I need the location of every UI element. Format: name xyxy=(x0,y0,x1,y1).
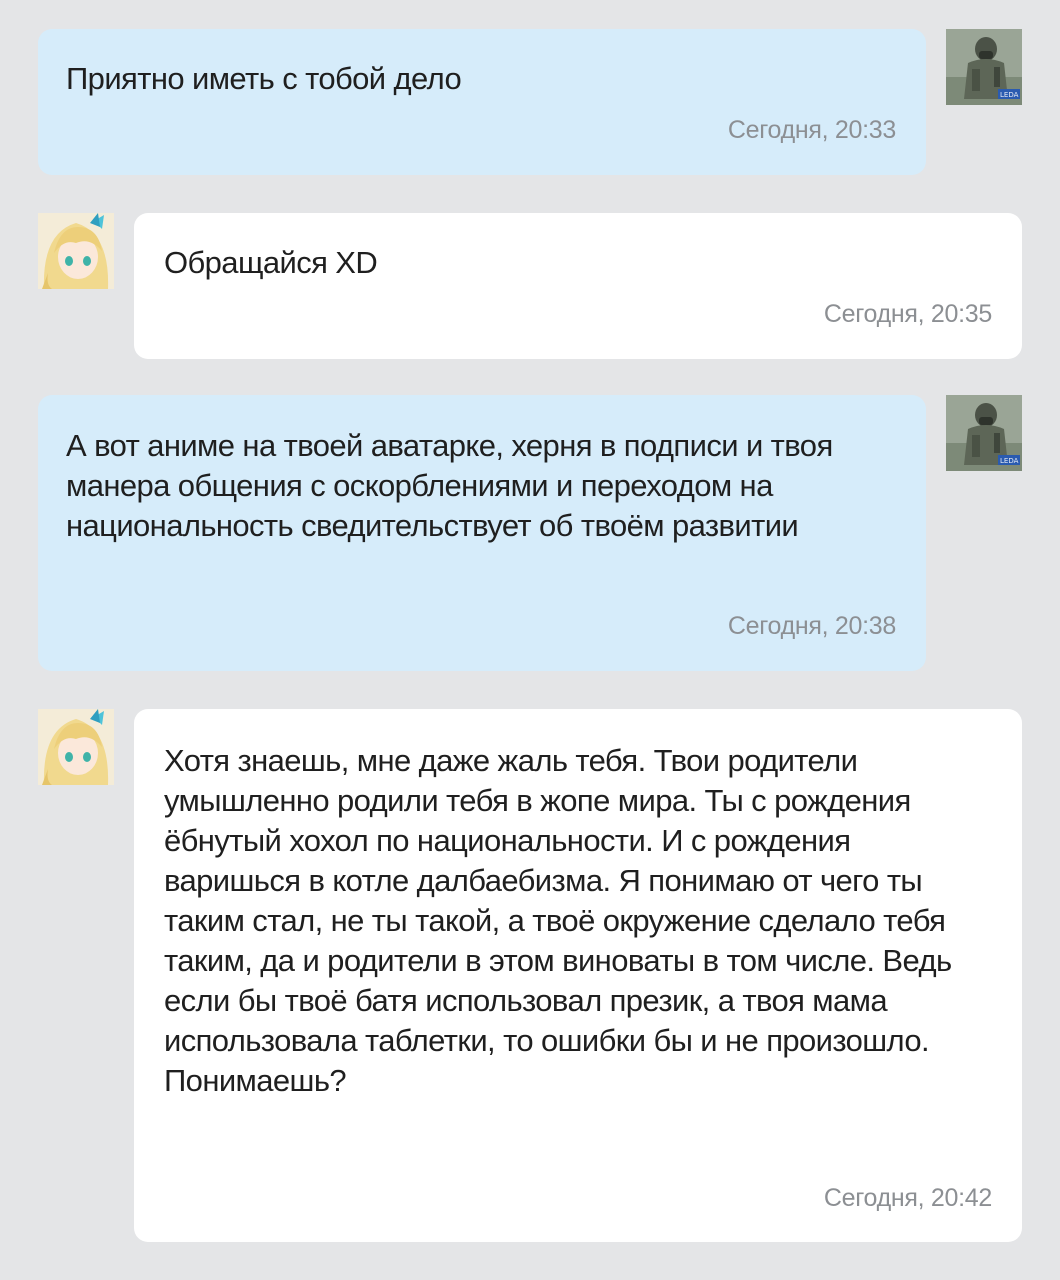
message-text: Приятно иметь с тобой дело xyxy=(66,61,462,96)
message-text: А вот аниме на твоей аватарке, херня в п… xyxy=(66,428,833,543)
stalker-avatar-image: LEDA xyxy=(946,29,1022,105)
message-timestamp: Сегодня, 20:35 xyxy=(823,300,992,328)
stalker-avatar[interactable]: LEDA xyxy=(946,395,1022,471)
message-timestamp: Сегодня, 20:33 xyxy=(727,116,896,144)
anime-avatar-image xyxy=(38,213,114,289)
message-timestamp: Сегодня, 20:38 xyxy=(727,612,896,640)
message-timestamp: Сегодня, 20:42 xyxy=(823,1184,992,1212)
message-bubble-outgoing[interactable]: Приятно иметь с тобой дело Сегодня, 20:3… xyxy=(38,29,926,175)
stalker-avatar-image: LEDA xyxy=(946,395,1022,471)
anime-avatar[interactable] xyxy=(38,709,114,785)
message-bubble-outgoing[interactable]: А вот аниме на твоей аватарке, херня в п… xyxy=(38,395,926,671)
message-bubble-incoming[interactable]: Хотя знаешь, мне даже жаль тебя. Твои ро… xyxy=(134,709,1022,1242)
message-text: Хотя знаешь, мне даже жаль тебя. Твои ро… xyxy=(164,743,952,1098)
message-text: Обращайся XD xyxy=(164,245,378,280)
anime-avatar[interactable] xyxy=(38,213,114,289)
svg-text:LEDA: LEDA xyxy=(1000,91,1019,99)
anime-avatar-image xyxy=(38,709,114,785)
stalker-avatar[interactable]: LEDA xyxy=(946,29,1022,105)
svg-text:LEDA: LEDA xyxy=(1000,457,1019,465)
message-bubble-incoming[interactable]: Обращайся XD Сегодня, 20:35 xyxy=(134,213,1022,359)
